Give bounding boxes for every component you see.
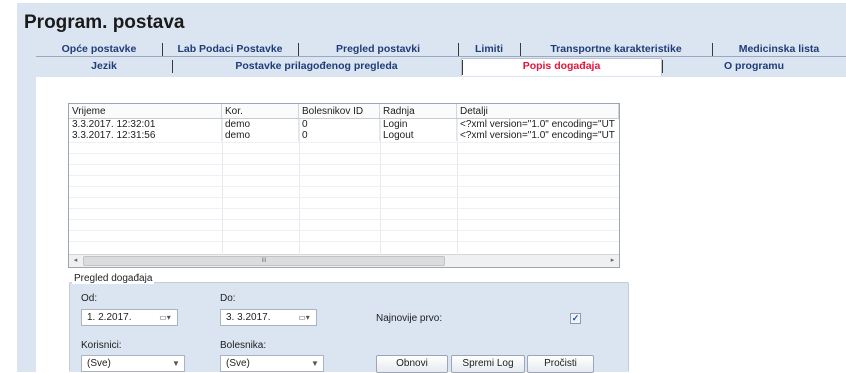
event-log-panel: Vrijeme Kor. Bolesnikov ID Radnja Detalj…: [36, 77, 846, 373]
column-header-user[interactable]: Kor.: [222, 104, 299, 118]
table-body: 3.3.2017. 12:32:01 demo 0 Login <?xml ve…: [69, 119, 619, 253]
cell-details: <?xml version="1.0" encoding="UT: [460, 119, 615, 130]
users-selected-value: (Sve): [87, 358, 111, 369]
save-log-button[interactable]: Spremi Log: [451, 355, 525, 373]
tab-general-settings[interactable]: Opće postavke: [36, 42, 162, 57]
to-date-picker[interactable]: 3. 3.2017. ▭▾: [220, 309, 317, 326]
page-title: Program. postava: [24, 12, 185, 33]
table-header: Vrijeme Kor. Bolesnikov ID Radnja Detalj…: [69, 104, 619, 119]
tab-event-log[interactable]: Popis događaja: [461, 57, 662, 76]
cell-user: demo: [222, 130, 299, 141]
users-select[interactable]: (Sve) ▼: [81, 355, 185, 372]
cell-action: Login: [380, 119, 457, 130]
patients-label: Bolesnika:: [220, 340, 267, 351]
from-date-label: Od:: [81, 293, 98, 304]
tab-limits[interactable]: Limiti: [458, 42, 520, 57]
refresh-button[interactable]: Obnovi: [376, 355, 448, 373]
from-date-value: 1. 2.2017.: [87, 312, 132, 323]
table-row[interactable]: 3.3.2017. 12:32:01 demo 0 Login <?xml ve…: [69, 119, 619, 130]
tab-lab-data-settings[interactable]: Lab Podaci Postavke: [162, 42, 298, 57]
cell-action: Logout: [380, 130, 457, 141]
chevron-down-icon[interactable]: ▼: [170, 357, 182, 370]
settings-window: Program. postava Opće postavke Lab Podac…: [17, 3, 846, 373]
patients-select[interactable]: (Sve) ▼: [220, 355, 324, 372]
tab-review-settings[interactable]: Pregled postavki: [298, 42, 458, 57]
to-date-label: Do:: [220, 293, 236, 304]
to-date-value: 3. 3.2017.: [226, 312, 271, 323]
tab-transport-characteristics[interactable]: Transportne karakteristike: [520, 42, 712, 57]
users-label: Korisnici:: [81, 340, 122, 351]
calendar-dropdown-icon[interactable]: ▭▾: [294, 311, 314, 324]
column-header-time[interactable]: Vrijeme: [69, 104, 222, 118]
tab-medical-list[interactable]: Medicinska lista: [712, 42, 846, 57]
cell-user: demo: [222, 119, 299, 130]
cell-details: <?xml version="1.0" encoding="UT: [460, 130, 615, 141]
cell-time: 3.3.2017. 12:31:56: [69, 130, 222, 141]
scroll-right-icon[interactable]: ▸: [606, 255, 619, 267]
newest-first-checkbox[interactable]: ✓: [570, 313, 581, 324]
cell-patient-id: 0: [299, 130, 380, 141]
tab-strip-row-1: Opće postavke Lab Podaci Postavke Pregle…: [36, 42, 846, 57]
horizontal-scrollbar[interactable]: ◂ III ▸: [69, 254, 619, 267]
table-row[interactable]: 3.3.2017. 12:31:56 demo 0 Logout <?xml v…: [69, 130, 619, 141]
patients-selected-value: (Sve): [226, 358, 250, 369]
scroll-left-icon[interactable]: ◂: [69, 255, 82, 267]
calendar-dropdown-icon[interactable]: ▭▾: [155, 311, 175, 324]
clear-button[interactable]: Pročisti: [527, 355, 594, 373]
scrollbar-thumb[interactable]: III: [83, 256, 445, 266]
tab-custom-review-settings[interactable]: Postavke prilagođenog pregleda: [172, 59, 461, 74]
column-header-patient-id[interactable]: Bolesnikov ID: [299, 104, 380, 118]
tab-strip-row-2: Jezik Postavke prilagođenog pregleda Pop…: [36, 57, 846, 76]
newest-first-label: Najnovije prvo:: [376, 313, 443, 324]
tab-language[interactable]: Jezik: [36, 59, 172, 74]
cell-patient-id: 0: [299, 119, 380, 130]
event-review-group-title: Pregled događaja: [72, 273, 155, 284]
chevron-down-icon[interactable]: ▼: [309, 357, 321, 370]
tab-about[interactable]: O programu: [662, 59, 846, 74]
cell-time: 3.3.2017. 12:32:01: [69, 119, 222, 130]
column-header-details[interactable]: Detalji: [457, 104, 619, 118]
from-date-picker[interactable]: 1. 2.2017. ▭▾: [81, 309, 178, 326]
event-log-table[interactable]: Vrijeme Kor. Bolesnikov ID Radnja Detalj…: [68, 103, 620, 268]
column-header-action[interactable]: Radnja: [380, 104, 457, 118]
